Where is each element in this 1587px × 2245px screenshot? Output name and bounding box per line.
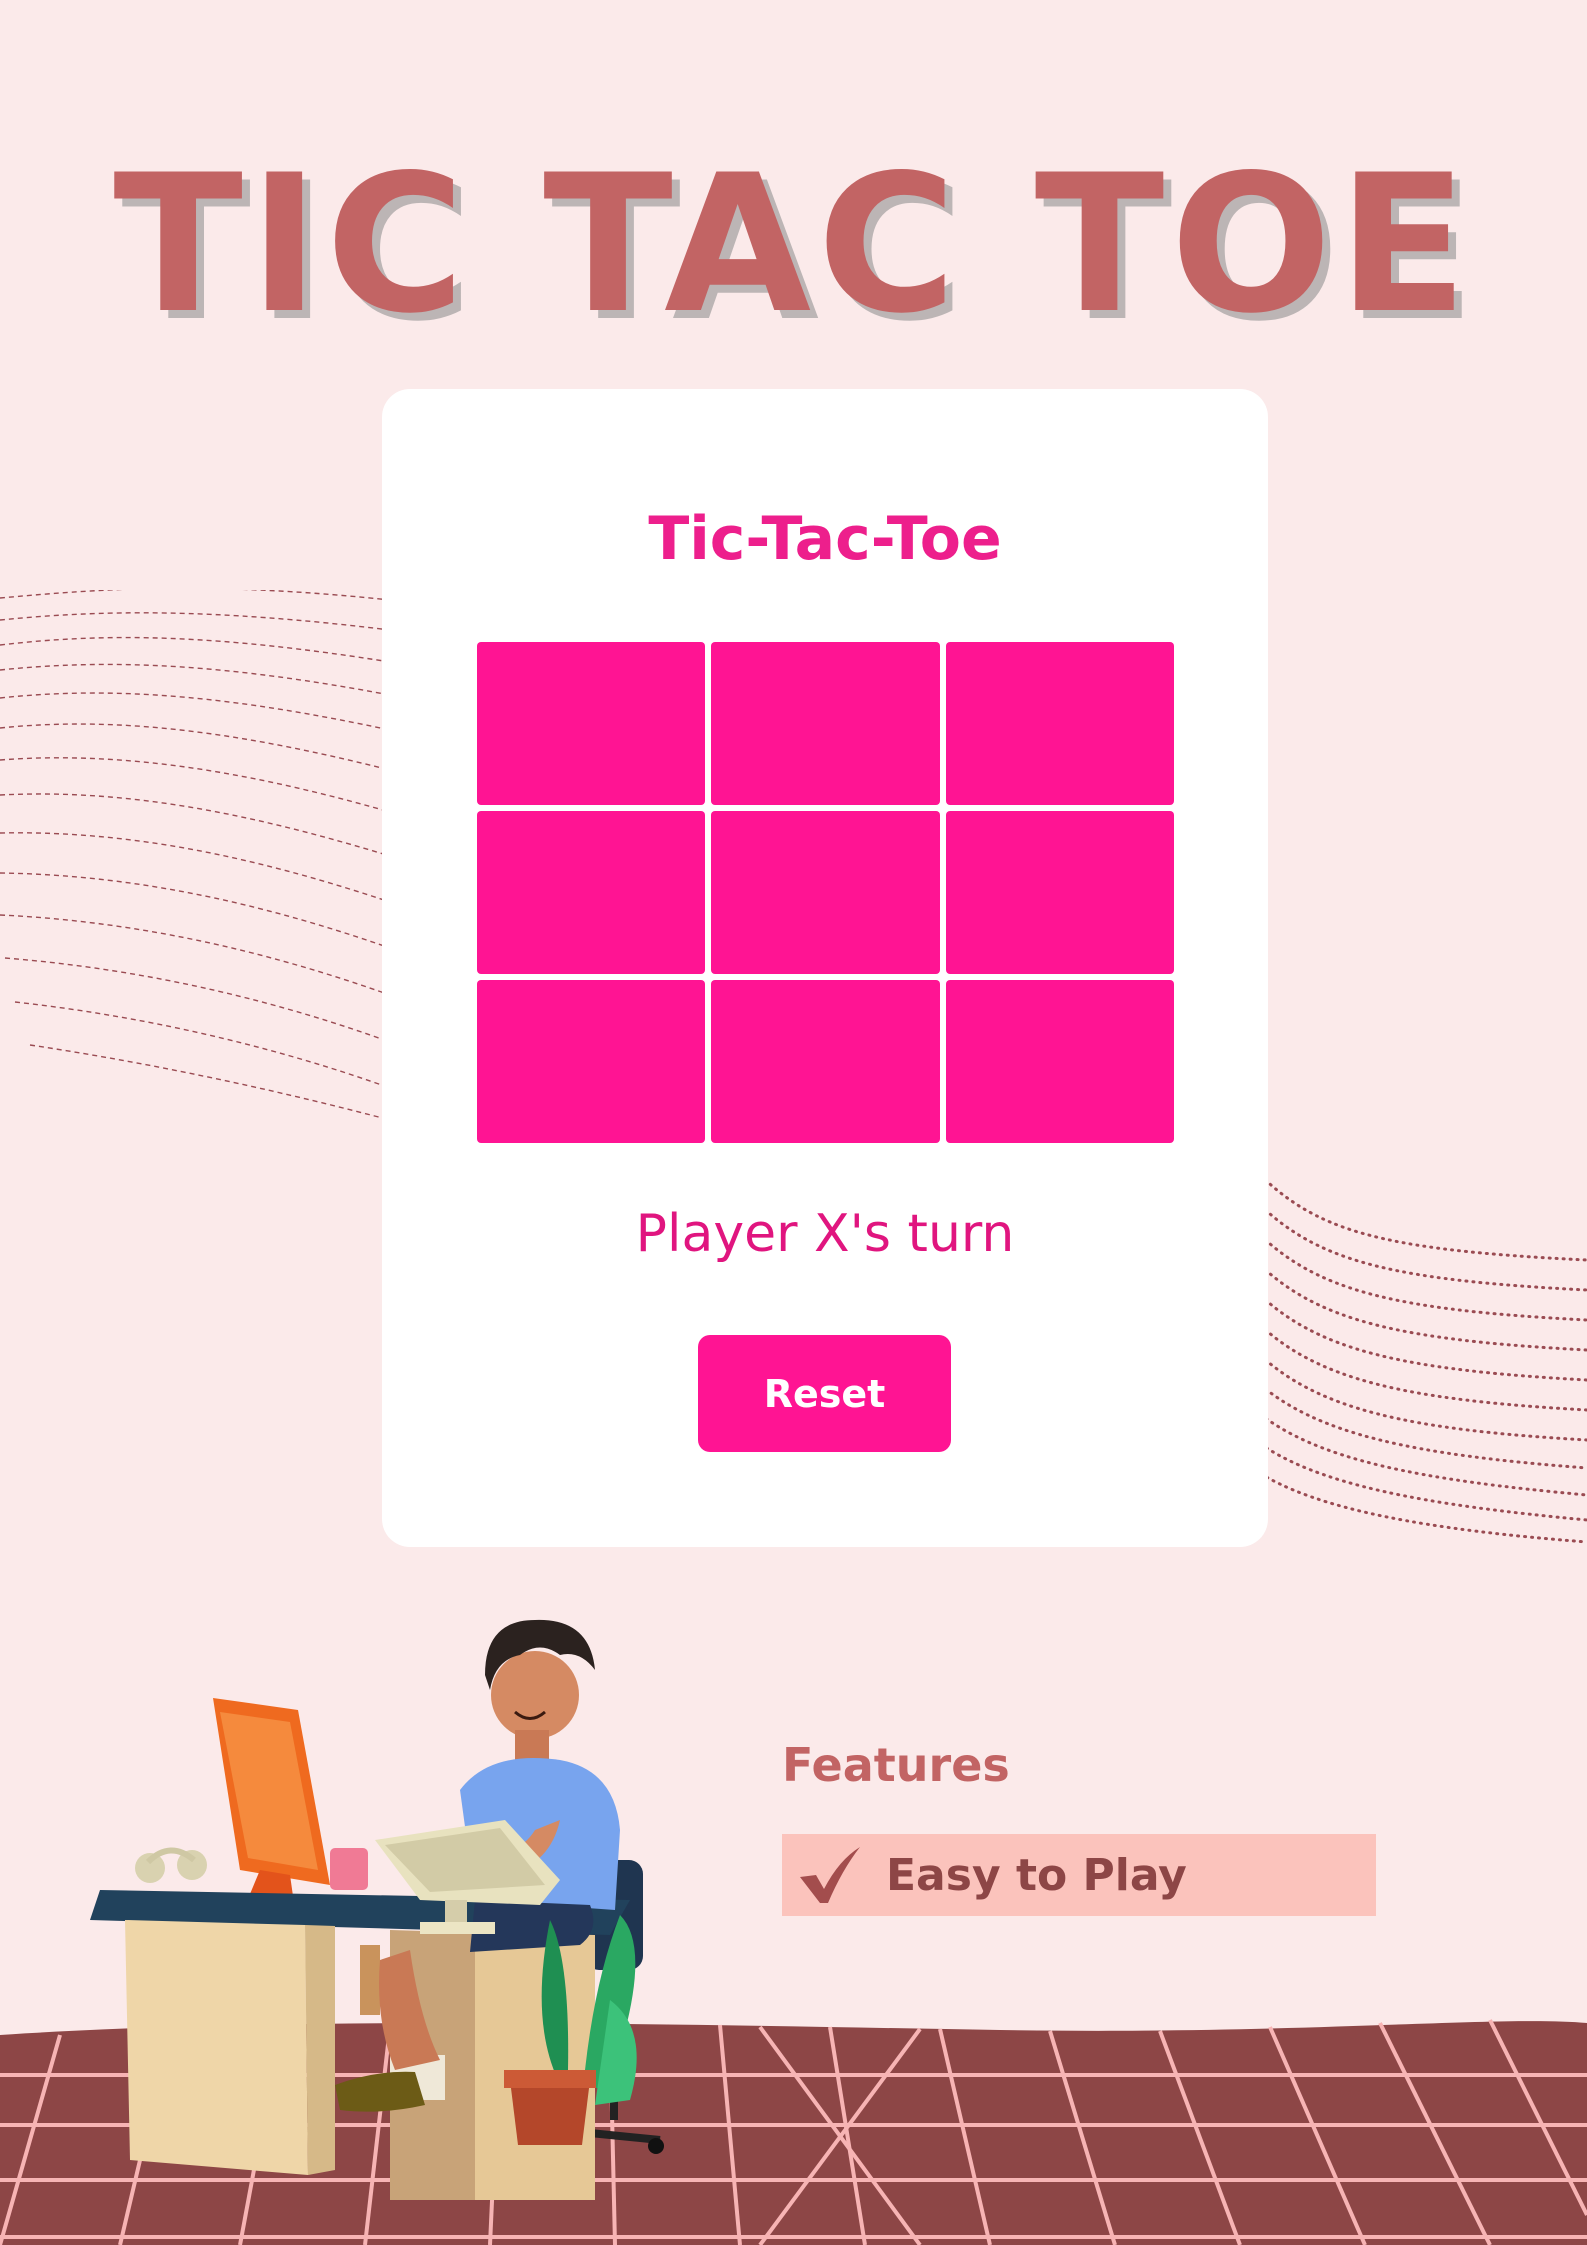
headphones-icon xyxy=(135,1847,207,1883)
board-cell-8[interactable] xyxy=(711,980,940,1143)
board-cell-2[interactable] xyxy=(711,642,940,805)
board-cell-1[interactable] xyxy=(477,642,706,805)
dotted-wave-right-decoration xyxy=(1255,1168,1587,1544)
features-heading: Features xyxy=(782,1738,1010,1792)
game-title: Tic-Tac-Toe xyxy=(648,504,1002,574)
board-cell-3[interactable] xyxy=(945,642,1174,805)
game-board xyxy=(477,642,1174,1143)
feature-item-easy-to-play: Easy to Play xyxy=(782,1834,1376,1916)
reset-button[interactable]: Reset xyxy=(698,1335,951,1452)
board-cell-4[interactable] xyxy=(477,811,706,974)
board-cell-7[interactable] xyxy=(477,980,706,1143)
orange-monitor-icon xyxy=(213,1698,330,1918)
feature-label: Easy to Play xyxy=(886,1849,1187,1901)
cup-icon xyxy=(330,1848,368,1890)
board-cell-9[interactable] xyxy=(945,980,1174,1143)
board-cell-5[interactable] xyxy=(711,811,940,974)
game-card: Tic-Tac-Toe Player X's turn Reset xyxy=(382,389,1268,1547)
dotted-wave-left-decoration xyxy=(0,590,390,1120)
poster-title: TIC TAC TOE xyxy=(113,134,1474,355)
checkmark-icon xyxy=(800,1847,860,1903)
person-at-desk-illustration xyxy=(90,1619,664,2200)
turn-status: Player X's turn xyxy=(635,1204,1015,1264)
board-cell-6[interactable] xyxy=(945,811,1174,974)
